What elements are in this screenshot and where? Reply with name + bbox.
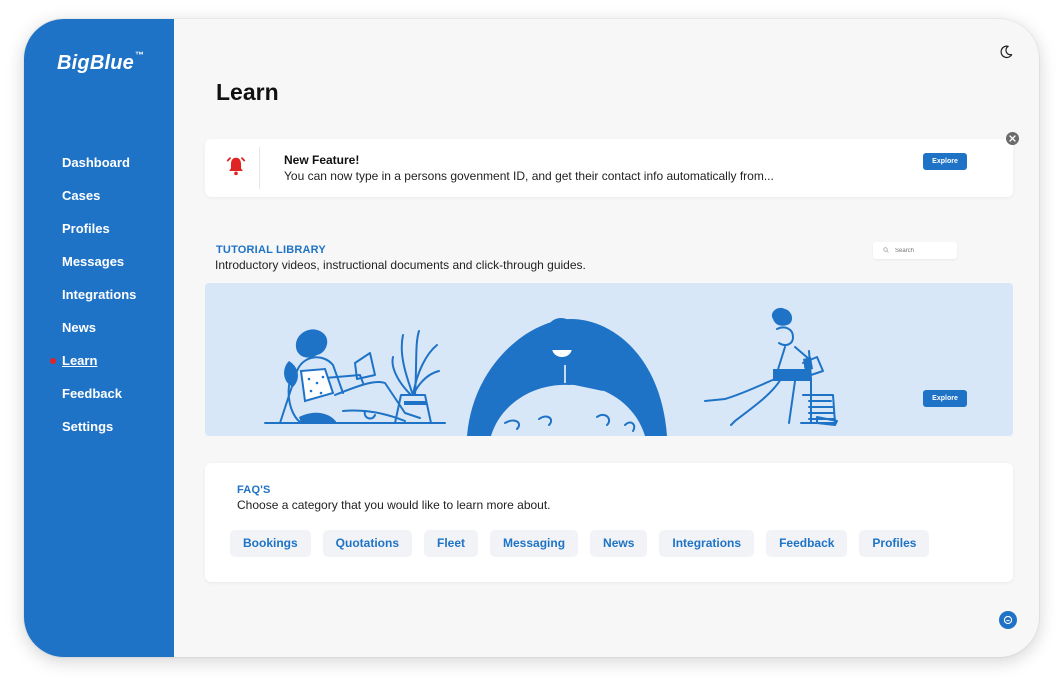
faq-chip-profiles[interactable]: Profiles (859, 530, 930, 557)
feature-description: You can now type in a persons govenment … (284, 169, 774, 183)
sidebar-item-learn[interactable]: Learn (24, 352, 174, 385)
new-feature-card: New Feature! You can now type in a perso… (205, 139, 1013, 197)
chat-icon[interactable] (999, 611, 1017, 629)
sidebar-item-dashboard[interactable]: Dashboard (24, 154, 174, 187)
sidebar-item-label: News (62, 320, 96, 335)
sidebar-item-label: Settings (62, 419, 114, 434)
sidebar-item-messages[interactable]: Messages (24, 253, 174, 286)
main-content: Learn New Feature! You can now type in a… (174, 19, 1039, 657)
active-indicator-dot (50, 358, 56, 364)
sidebar: BigBlue™ Dashboard Cases Profiles Messag… (24, 19, 174, 657)
faq-subtitle: Choose a category that you would like to… (237, 498, 551, 512)
search-icon (883, 247, 889, 253)
feature-explore-button[interactable]: Explore (923, 153, 967, 170)
sidebar-item-label: Learn (62, 353, 98, 368)
bell-icon (226, 157, 246, 176)
tutorial-title: TUTORIAL LIBRARY (216, 244, 326, 256)
logo-text: BigBlue (57, 52, 134, 74)
tutorial-banner[interactable]: Explore (205, 283, 1013, 436)
moon-icon[interactable] (999, 45, 1013, 59)
faq-chip-fleet[interactable]: Fleet (424, 530, 479, 557)
faq-chip-news[interactable]: News (590, 530, 648, 557)
sidebar-item-news[interactable]: News (24, 319, 174, 352)
sidebar-item-label: Profiles (62, 221, 110, 236)
sidebar-item-label: Cases (62, 188, 101, 203)
close-icon[interactable] (1006, 132, 1019, 145)
search-input[interactable] (893, 244, 955, 258)
sidebar-item-integrations[interactable]: Integrations (24, 286, 174, 319)
divider (259, 147, 260, 189)
faq-categories: Bookings Quotations Fleet Messaging News… (230, 530, 930, 557)
faq-chip-quotations[interactable]: Quotations (322, 530, 412, 557)
faq-chip-bookings[interactable]: Bookings (230, 530, 311, 557)
sidebar-item-label: Feedback (62, 386, 122, 401)
faq-title: FAQ'S (237, 484, 271, 496)
logo[interactable]: BigBlue™ (57, 50, 145, 75)
sidebar-item-label: Messages (62, 254, 125, 269)
sidebar-item-feedback[interactable]: Feedback (24, 385, 174, 418)
page-title: Learn (216, 79, 279, 105)
reading-illustration (264, 307, 838, 436)
faq-chip-integrations[interactable]: Integrations (659, 530, 755, 557)
sidebar-item-settings[interactable]: Settings (24, 418, 174, 451)
sidebar-item-label: Dashboard (62, 155, 130, 170)
sidebar-nav: Dashboard Cases Profiles Messages Integr… (24, 154, 174, 451)
feature-title: New Feature! (284, 153, 360, 167)
sidebar-item-cases[interactable]: Cases (24, 187, 174, 220)
tutorial-subtitle: Introductory videos, instructional docum… (215, 258, 586, 272)
tutorial-search[interactable] (873, 242, 957, 259)
faq-chip-feedback[interactable]: Feedback (766, 530, 848, 557)
faq-chip-messaging[interactable]: Messaging (490, 530, 579, 557)
faq-card: FAQ'S Choose a category that you would l… (205, 463, 1013, 582)
sidebar-item-profiles[interactable]: Profiles (24, 220, 174, 253)
trademark: ™ (134, 50, 145, 60)
sidebar-item-label: Integrations (62, 287, 137, 302)
tutorial-explore-button[interactable]: Explore (923, 390, 967, 407)
app-window: BigBlue™ Dashboard Cases Profiles Messag… (24, 19, 1039, 657)
